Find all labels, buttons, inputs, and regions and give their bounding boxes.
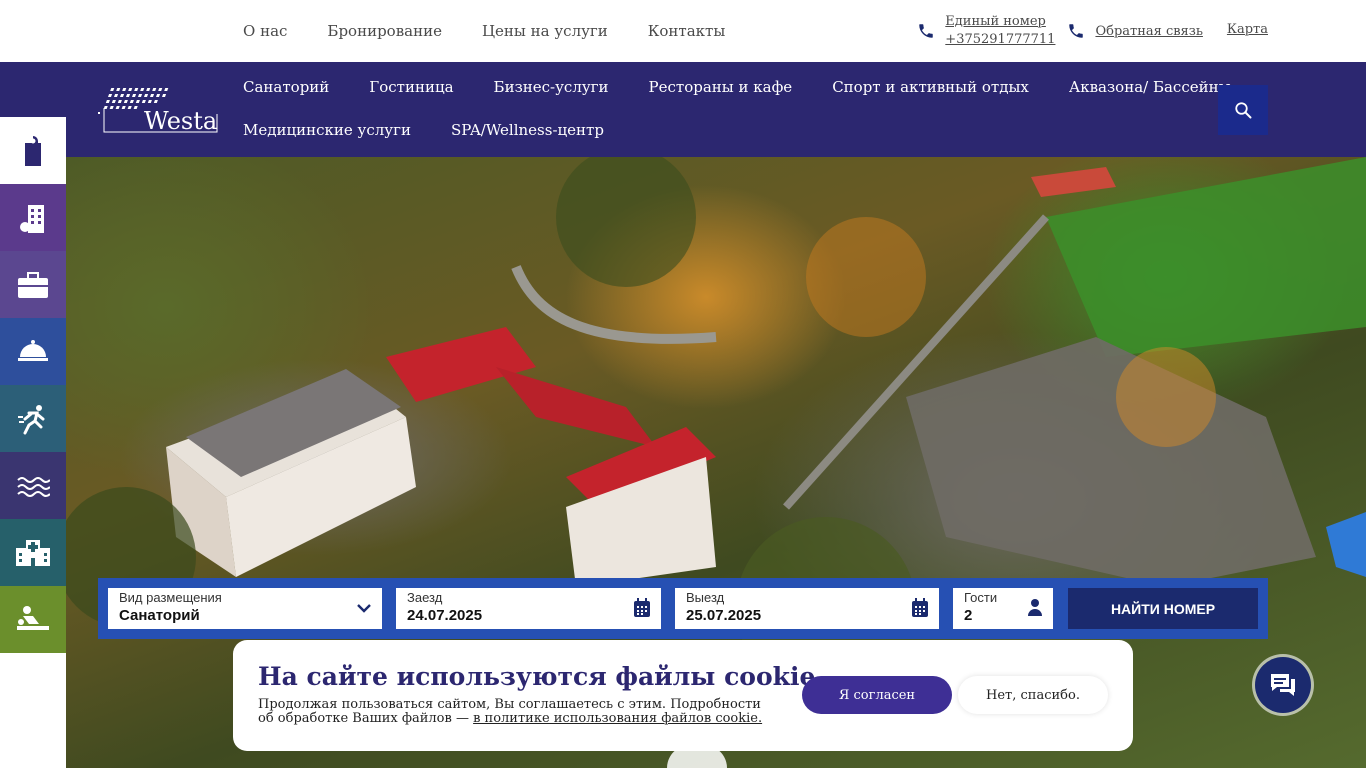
cookie-text: Продолжая пользоваться сайтом, Вы соглаш… bbox=[258, 698, 778, 726]
runner-icon bbox=[18, 404, 45, 434]
booking-form: Вид размещения Санаторий Заезд 24.07.202… bbox=[98, 578, 1268, 639]
door-hanger-button[interactable] bbox=[0, 117, 66, 184]
checkin-label: Заезд bbox=[407, 590, 443, 605]
top-bar: О нас Бронирование Цены на услуги Контак… bbox=[0, 0, 1366, 62]
nav-business[interactable]: Бизнес-услуги bbox=[494, 78, 609, 121]
calendar-icon bbox=[912, 598, 928, 617]
checkout-field[interactable]: Выезд 25.07.2025 bbox=[675, 588, 939, 629]
checkin-value: 24.07.2025 bbox=[407, 607, 483, 624]
top-nav-contacts[interactable]: Контакты bbox=[648, 22, 726, 40]
spa-button[interactable] bbox=[0, 586, 66, 653]
medical-button[interactable] bbox=[0, 519, 66, 586]
user-icon bbox=[1028, 599, 1042, 616]
accommodation-type-label: Вид размещения bbox=[119, 590, 222, 605]
cookie-decline-button[interactable]: Нет, спасибо. bbox=[958, 676, 1108, 714]
cookie-banner: На сайте используются файлы cookie. Прод… bbox=[233, 640, 1133, 751]
accommodation-type-select[interactable]: Вид размещения Санаторий bbox=[108, 588, 382, 629]
phone-block: Единый номер +375291777711 bbox=[945, 13, 1055, 49]
westa-logo[interactable]: Westa bbox=[98, 86, 218, 135]
massage-icon bbox=[17, 605, 49, 630]
cookie-policy-link[interactable]: в политике использования файлов cookie. bbox=[473, 711, 762, 726]
search-icon bbox=[1235, 102, 1252, 119]
hotel-icon bbox=[20, 204, 44, 233]
search-button[interactable] bbox=[1218, 85, 1268, 135]
accommodation-type-value: Санаторий bbox=[119, 607, 200, 624]
chevron-down-icon bbox=[357, 604, 371, 613]
phone-label-link[interactable]: Единый номер bbox=[945, 14, 1046, 29]
aquazone-button[interactable] bbox=[0, 452, 66, 519]
nav-sport[interactable]: Спорт и активный отдых bbox=[832, 78, 1029, 121]
checkout-value: 25.07.2025 bbox=[686, 607, 762, 624]
nav-restaurants[interactable]: Рестораны и кафе bbox=[649, 78, 793, 121]
chat-button[interactable] bbox=[1255, 657, 1311, 713]
contacts-block: Единый номер +375291777711 Обратная связ… bbox=[917, 13, 1268, 49]
guests-value: 2 bbox=[964, 607, 973, 624]
hotel-button[interactable] bbox=[0, 184, 66, 251]
sport-button[interactable] bbox=[0, 385, 66, 452]
cloche-icon bbox=[18, 339, 48, 361]
door-hanger-icon bbox=[25, 135, 41, 166]
phone-number-link[interactable]: +375291777711 bbox=[945, 32, 1055, 47]
main-nav: Санаторий Гостиница Бизнес-услуги Рестор… bbox=[243, 78, 1231, 164]
map-link[interactable]: Карта bbox=[1227, 22, 1268, 37]
nav-hotel[interactable]: Гостиница bbox=[369, 78, 453, 121]
side-icon-bar bbox=[0, 117, 66, 653]
briefcase-icon bbox=[18, 271, 48, 298]
cookie-agree-button[interactable]: Я согласен bbox=[802, 676, 952, 714]
nav-aquazone[interactable]: Аквазона/ Бассейны bbox=[1069, 78, 1231, 121]
checkin-field[interactable]: Заезд 24.07.2025 bbox=[396, 588, 661, 629]
top-nav-booking[interactable]: Бронирование bbox=[327, 22, 442, 40]
guests-label: Гости bbox=[964, 590, 998, 605]
top-nav-prices[interactable]: Цены на услуги bbox=[482, 22, 608, 40]
business-button[interactable] bbox=[0, 251, 66, 318]
top-nav-about[interactable]: О нас bbox=[243, 22, 287, 40]
waves-icon bbox=[17, 476, 50, 497]
phone-icon bbox=[1069, 24, 1084, 38]
chat-icon bbox=[1271, 674, 1295, 696]
main-header: Westa Санаторий Гостиница Бизнес-услуги … bbox=[0, 62, 1366, 157]
feedback-link[interactable]: Обратная связь bbox=[1095, 24, 1202, 39]
phone-icon bbox=[919, 24, 934, 38]
top-nav: О нас Бронирование Цены на услуги Контак… bbox=[243, 22, 725, 40]
find-room-button[interactable]: НАЙТИ НОМЕР bbox=[1068, 588, 1258, 629]
feedback-block: Обратная связь bbox=[1067, 22, 1203, 40]
restaurant-button[interactable] bbox=[0, 318, 66, 385]
calendar-icon bbox=[634, 598, 650, 617]
hospital-icon bbox=[16, 539, 50, 566]
cookie-title: На сайте используются файлы cookie. bbox=[258, 662, 825, 691]
guests-field[interactable]: Гости 2 bbox=[953, 588, 1053, 629]
checkout-label: Выезд bbox=[686, 590, 725, 605]
nav-sanatorium[interactable]: Санаторий bbox=[243, 78, 329, 121]
logo-text: Westa bbox=[144, 107, 217, 134]
